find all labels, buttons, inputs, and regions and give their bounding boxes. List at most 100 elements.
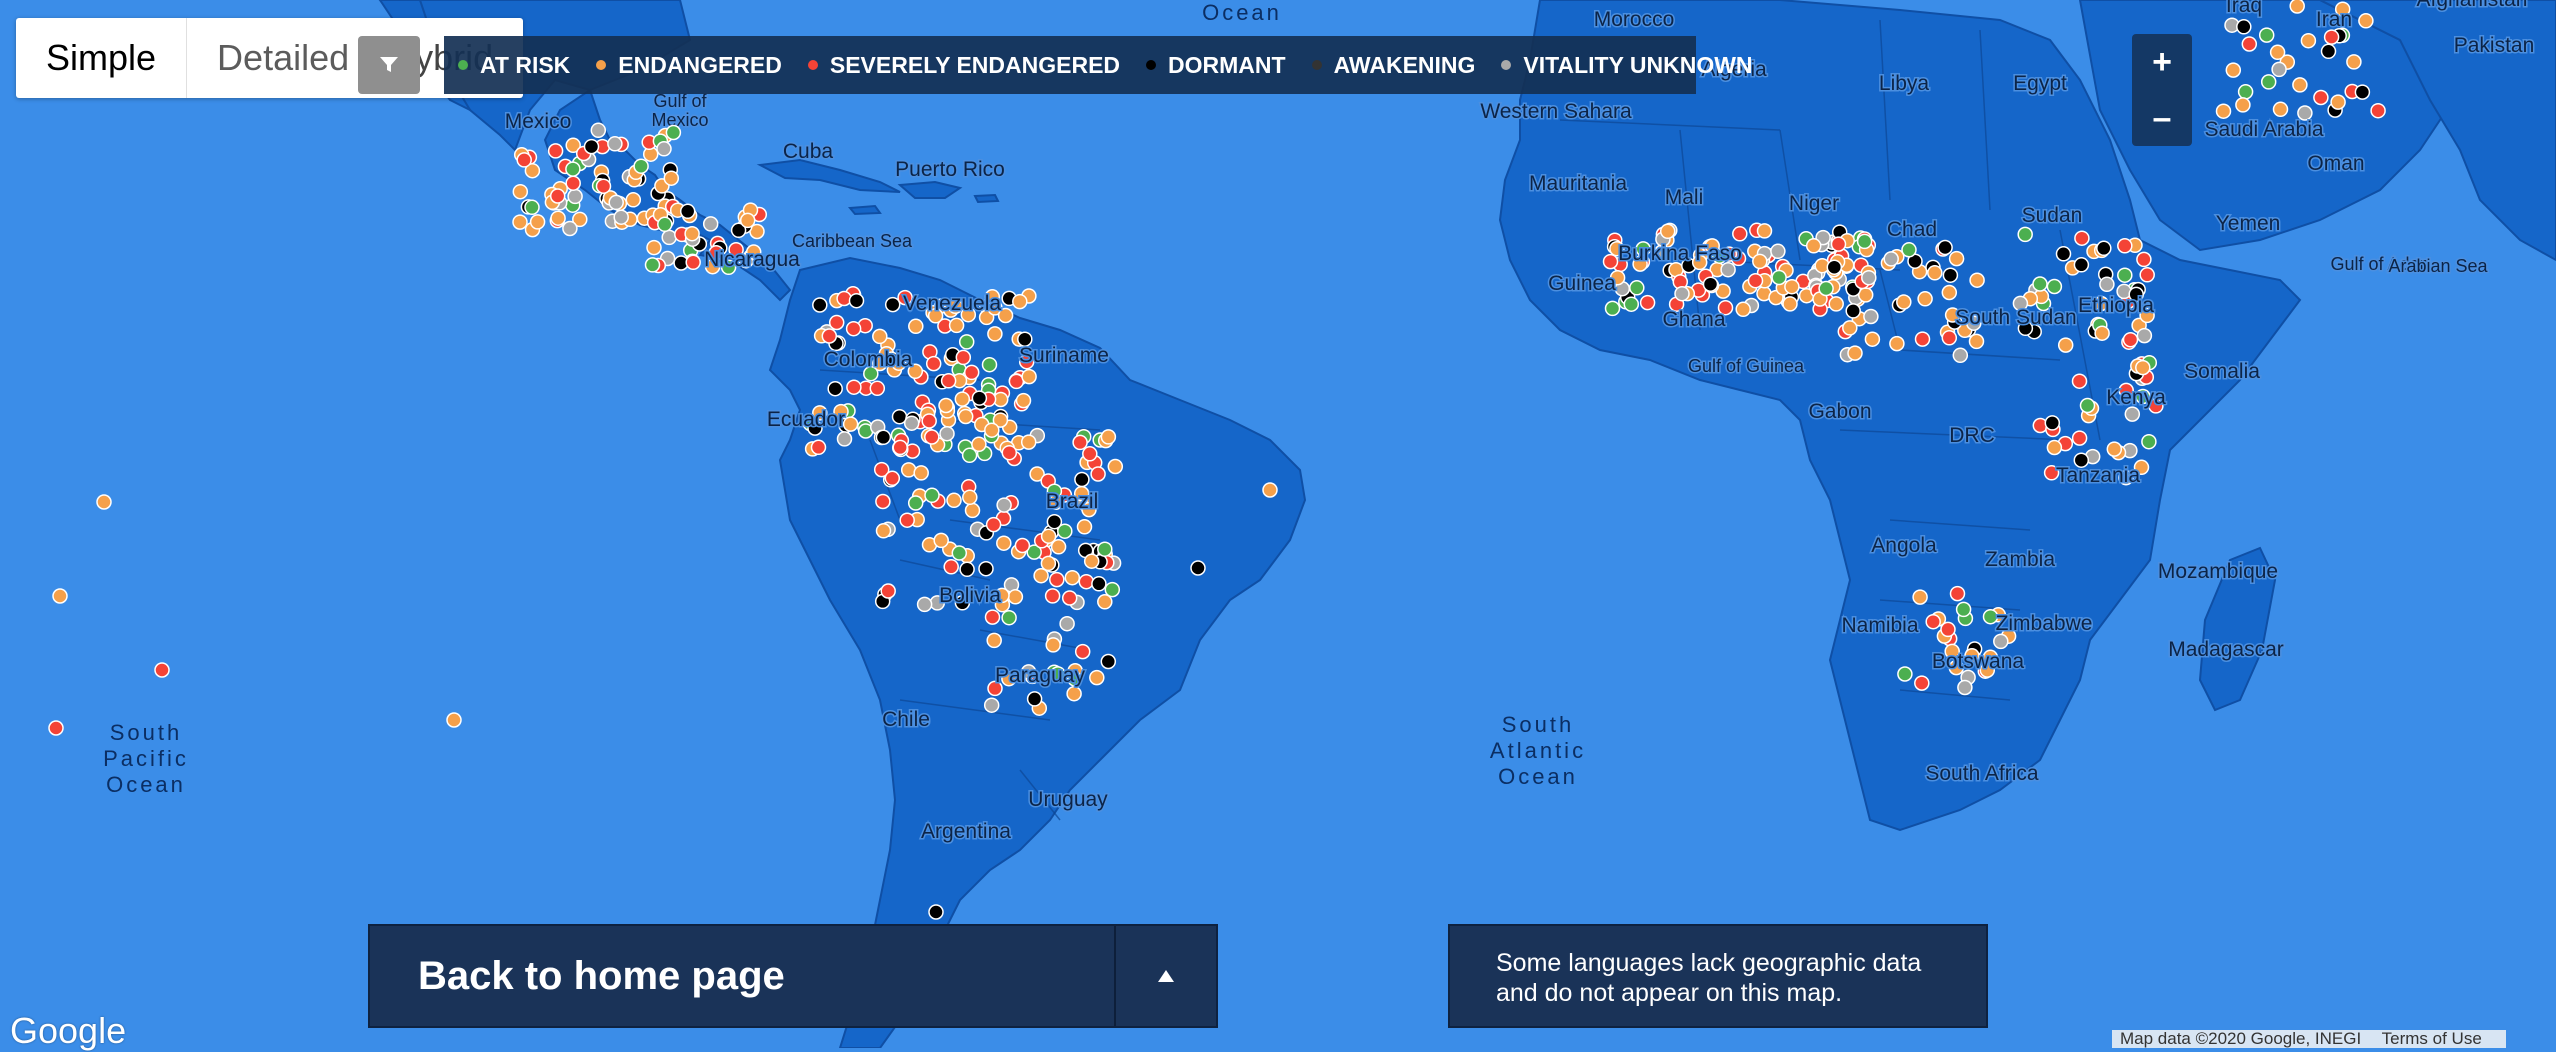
language-marker[interactable] — [1659, 223, 1676, 240]
language-marker[interactable] — [812, 297, 828, 313]
language-marker[interactable] — [1020, 664, 1037, 680]
language-marker[interactable] — [154, 662, 170, 678]
language-marker[interactable] — [2323, 29, 2340, 45]
language-marker[interactable] — [1826, 259, 1843, 275]
language-marker[interactable] — [2117, 267, 2133, 283]
language-marker[interactable] — [1952, 347, 1969, 364]
language-marker[interactable] — [2269, 44, 2286, 61]
language-marker[interactable] — [863, 365, 879, 382]
language-marker[interactable] — [665, 124, 682, 141]
language-marker[interactable] — [656, 141, 672, 157]
language-marker[interactable] — [907, 495, 924, 511]
language-marker[interactable] — [916, 596, 933, 613]
language-marker[interactable] — [1045, 637, 1061, 653]
language-marker[interactable] — [1082, 446, 1098, 462]
filter-button[interactable] — [358, 36, 420, 94]
language-marker[interactable] — [1632, 256, 1648, 272]
language-marker[interactable] — [2017, 320, 2034, 337]
language-marker[interactable] — [2106, 441, 2123, 457]
language-marker[interactable] — [1805, 238, 1822, 254]
language-marker[interactable] — [1941, 330, 1958, 346]
language-marker[interactable] — [2313, 89, 2329, 106]
language-marker[interactable] — [1949, 585, 1966, 602]
language-marker[interactable] — [958, 334, 975, 350]
legend-item-dormant[interactable]: DORMANT — [1146, 52, 1286, 79]
language-marker[interactable] — [848, 292, 865, 309]
language-marker[interactable] — [2094, 325, 2110, 341]
language-marker[interactable] — [48, 720, 64, 736]
language-marker[interactable] — [1073, 485, 1090, 502]
language-marker[interactable] — [1966, 315, 1982, 331]
language-markers[interactable] — [0, 0, 2556, 1048]
language-marker[interactable] — [1635, 241, 1651, 257]
language-marker[interactable] — [516, 152, 532, 168]
language-marker[interactable] — [1014, 537, 1031, 554]
language-marker[interactable] — [2334, 1, 2351, 17]
language-marker[interactable] — [512, 183, 529, 200]
language-marker[interactable] — [646, 239, 662, 256]
language-marker[interactable] — [1982, 608, 1999, 625]
language-marker[interactable] — [2235, 97, 2251, 113]
language-marker[interactable] — [607, 136, 623, 152]
language-marker[interactable] — [1190, 560, 1206, 576]
language-marker[interactable] — [2096, 240, 2112, 257]
language-marker[interactable] — [1982, 649, 1999, 666]
language-marker[interactable] — [2241, 36, 2258, 52]
language-marker[interactable] — [963, 364, 980, 381]
language-marker[interactable] — [1897, 666, 1913, 682]
language-marker[interactable] — [1702, 276, 1719, 292]
language-marker[interactable] — [978, 560, 994, 577]
language-marker[interactable] — [997, 307, 1014, 324]
language-marker[interactable] — [702, 216, 719, 232]
language-marker[interactable] — [1784, 278, 1800, 295]
language-marker[interactable] — [2055, 246, 2072, 262]
language-marker[interactable] — [2260, 74, 2277, 90]
language-marker[interactable] — [1007, 589, 1024, 605]
language-marker[interactable] — [960, 306, 977, 323]
language-marker[interactable] — [2139, 307, 2155, 324]
language-marker[interactable] — [1066, 685, 1082, 702]
language-marker[interactable] — [957, 408, 974, 425]
language-marker[interactable] — [644, 257, 661, 273]
language-marker[interactable] — [2330, 94, 2346, 110]
language-marker[interactable] — [2370, 102, 2386, 119]
language-marker[interactable] — [869, 380, 886, 397]
language-marker[interactable] — [2135, 388, 2151, 405]
language-marker[interactable] — [836, 290, 852, 307]
language-marker[interactable] — [964, 502, 981, 519]
language-marker[interactable] — [657, 216, 673, 233]
language-marker[interactable] — [1001, 609, 1017, 626]
language-marker[interactable] — [1076, 519, 1093, 535]
language-marker[interactable] — [1770, 243, 1786, 260]
language-marker[interactable] — [1059, 615, 1075, 632]
language-marker[interactable] — [984, 422, 1000, 438]
language-marker[interactable] — [1735, 301, 1751, 318]
language-marker[interactable] — [1001, 444, 1018, 461]
language-marker[interactable] — [1847, 345, 1863, 361]
language-marker[interactable] — [984, 609, 1001, 625]
language-marker[interactable] — [846, 379, 862, 395]
language-marker[interactable] — [583, 138, 600, 155]
language-marker[interactable] — [1912, 589, 1928, 605]
language-marker[interactable] — [613, 209, 629, 225]
language-marker[interactable] — [2032, 276, 2048, 292]
language-marker[interactable] — [1067, 671, 1083, 687]
language-marker[interactable] — [875, 429, 892, 446]
language-marker[interactable] — [1089, 669, 1105, 686]
language-marker[interactable] — [943, 559, 959, 575]
language-marker[interactable] — [728, 241, 744, 258]
legend-item-at-risk[interactable]: AT RISK — [458, 52, 570, 79]
language-marker[interactable] — [1623, 296, 1640, 312]
language-marker[interactable] — [549, 188, 566, 204]
language-marker[interactable] — [1720, 261, 1736, 278]
language-marker[interactable] — [684, 225, 700, 242]
language-marker[interactable] — [987, 326, 1003, 342]
language-marker[interactable] — [880, 583, 896, 599]
language-marker[interactable] — [845, 320, 862, 337]
language-marker[interactable] — [633, 158, 649, 174]
language-marker[interactable] — [1654, 244, 1670, 260]
language-marker[interactable] — [1074, 643, 1091, 660]
language-marker[interactable] — [1064, 569, 1081, 586]
language-marker[interactable] — [2297, 105, 2313, 121]
language-marker[interactable] — [2122, 331, 2139, 348]
